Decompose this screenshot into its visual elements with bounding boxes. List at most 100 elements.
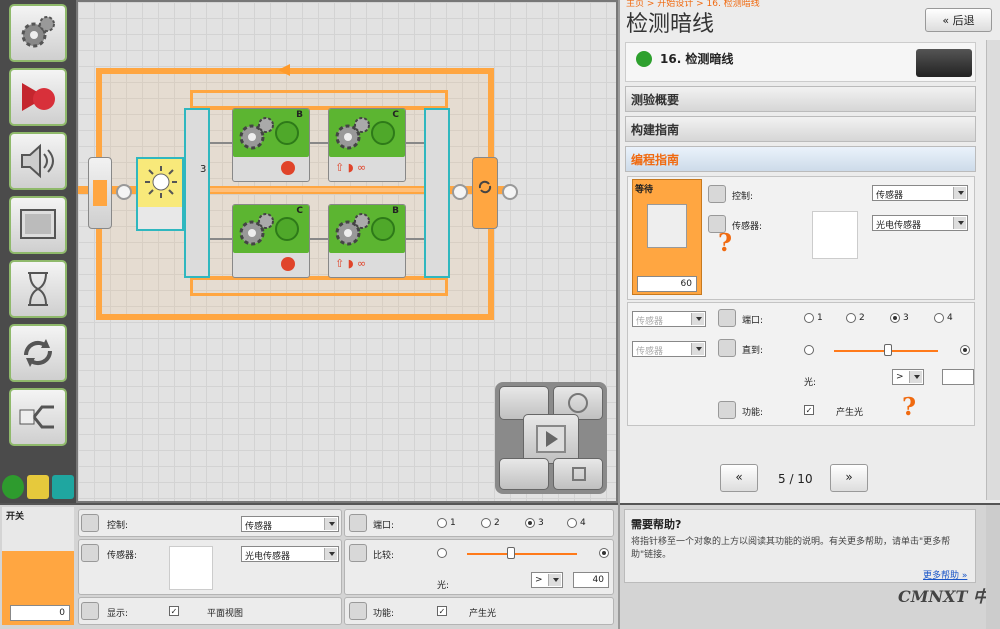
record-play-button[interactable]	[9, 68, 67, 126]
until-label: 直到:	[742, 346, 764, 356]
switch-right-pillar[interactable]	[424, 108, 450, 278]
port-radio-2[interactable]	[846, 313, 856, 323]
mission-header: 16. 检测暗线	[625, 42, 976, 82]
block-preview: 开关 0	[2, 507, 74, 625]
sound-button[interactable]	[9, 132, 67, 190]
light-radio[interactable]	[599, 548, 609, 558]
loop-button[interactable]	[9, 324, 67, 382]
compare-icon	[718, 339, 736, 357]
flat-view-checkbox[interactable]: ✓	[169, 606, 179, 616]
light-radio[interactable]	[960, 345, 970, 355]
slider-thumb[interactable]	[507, 547, 515, 559]
download-run-button[interactable]	[523, 414, 579, 464]
motor-block-bottom-left[interactable]: C	[232, 204, 310, 278]
hourglass-icon	[647, 204, 687, 248]
switch-left-pillar[interactable]: 3	[184, 108, 210, 278]
wire-plug[interactable]	[116, 184, 132, 200]
gears-icon	[239, 117, 274, 150]
dark-radio[interactable]	[804, 345, 814, 355]
wire	[210, 142, 232, 144]
sensor-select[interactable]: 光电传感器	[872, 215, 968, 231]
wire	[310, 142, 328, 144]
light-checkbox[interactable]: ✓	[804, 405, 814, 415]
wait-button[interactable]	[9, 260, 67, 318]
switch-frame[interactable]	[190, 90, 448, 296]
motor-block-top-right[interactable]: C ⇧ ◗ ∞	[328, 108, 406, 182]
wire	[406, 142, 424, 144]
port-label: 端口:	[373, 521, 395, 531]
light-value-input[interactable]: 40	[573, 572, 609, 588]
wire	[210, 238, 232, 240]
port-radio-label: 1	[450, 518, 456, 528]
port-radio-1[interactable]	[804, 313, 814, 323]
function-text: 产生光	[836, 408, 864, 418]
motor-port-label: C	[296, 206, 303, 216]
sensor-select[interactable]: 光电传感器	[241, 546, 339, 562]
common-blocks-button[interactable]	[9, 4, 67, 62]
sensor-row: 传感器: 光电传感器	[78, 539, 342, 595]
function-text: 产生光	[469, 609, 497, 619]
more-help-link[interactable]: 更多帮助 »	[923, 568, 967, 581]
display-button[interactable]	[9, 196, 67, 254]
port-radio-1[interactable]	[437, 518, 447, 528]
port-radio-2[interactable]	[481, 518, 491, 528]
loop-start-cap[interactable]	[88, 157, 112, 229]
back-button[interactable]: « 后退	[925, 8, 992, 32]
section-build-guide[interactable]: 构建指南	[625, 116, 976, 142]
dark-radio[interactable]	[437, 548, 447, 558]
slider-thumb[interactable]	[884, 344, 892, 356]
panel-scrollbar[interactable]	[986, 40, 1000, 500]
light-checkbox[interactable]: ✓	[437, 606, 447, 616]
disabled-select-2: 传感器	[632, 341, 706, 357]
program-canvas[interactable]: 3 B C ⇧ ◗ ∞ C B ⇧ ◗ ∞	[76, 0, 618, 503]
operator-select[interactable]: >	[531, 572, 563, 588]
prev-page-button[interactable]: «	[720, 464, 758, 492]
port-radio-4[interactable]	[567, 518, 577, 528]
loop-end-cap[interactable]	[472, 157, 498, 229]
help-side-tab[interactable]	[986, 505, 1000, 629]
stop-button[interactable]	[553, 458, 603, 490]
next-page-button[interactable]: »	[830, 464, 868, 492]
light-label: 光:	[437, 581, 450, 591]
control-select[interactable]: 传感器	[872, 185, 968, 201]
port-radio-label: 2	[494, 518, 500, 528]
switch-button[interactable]	[9, 388, 67, 446]
switch-sensor-block[interactable]	[136, 157, 184, 231]
light-label: 光:	[804, 378, 817, 388]
port-row: 端口: 1 2 3 4	[344, 509, 614, 537]
download-button[interactable]	[499, 458, 549, 490]
display-icon	[81, 602, 99, 620]
motor-direction-icons: ⇧ ◗ ∞	[335, 161, 367, 174]
light-value-input[interactable]	[942, 369, 974, 385]
custom-palette-tab[interactable]	[52, 475, 74, 499]
wire-plug[interactable]	[502, 184, 518, 200]
gears-icon	[335, 117, 370, 150]
branch-beam-bottom	[190, 276, 448, 280]
section-overview[interactable]: 测验概要	[625, 86, 976, 112]
wire-plug[interactable]	[452, 184, 468, 200]
sensor-port-area	[138, 207, 182, 229]
wrench-icon	[718, 401, 736, 419]
motor-block-top-left[interactable]: B	[232, 108, 310, 182]
switch-port-number: 3	[200, 164, 207, 175]
palette-tabs	[0, 473, 76, 501]
sensor-label: 传感器:	[107, 551, 138, 561]
speaker-icon	[21, 143, 54, 179]
common-palette-tab[interactable]	[2, 475, 24, 499]
light-slider[interactable]	[467, 553, 577, 555]
page-indicator: 5 / 10	[778, 472, 813, 486]
operator-select[interactable]: >	[892, 369, 924, 385]
control-select[interactable]: 传感器	[241, 516, 339, 532]
section-program-guide[interactable]: 编程指南	[625, 146, 976, 172]
motor-block-bottom-right[interactable]: B ⇧ ◗ ∞	[328, 204, 406, 278]
record-play-icon	[22, 83, 55, 111]
motor-port-label: C	[392, 110, 399, 120]
display-text: 平面视图	[207, 609, 244, 619]
port-radio-3[interactable]	[525, 518, 535, 528]
help-panel: 需要帮助? 将指针移至一个对象的上方以阅读其功能的说明。有关更多帮助，请单击"更…	[620, 503, 1000, 629]
stop-icon	[281, 161, 295, 175]
port-radio-3[interactable]	[890, 313, 900, 323]
port-radio-4[interactable]	[934, 313, 944, 323]
complete-palette-tab[interactable]	[27, 475, 49, 499]
wire	[310, 238, 328, 240]
